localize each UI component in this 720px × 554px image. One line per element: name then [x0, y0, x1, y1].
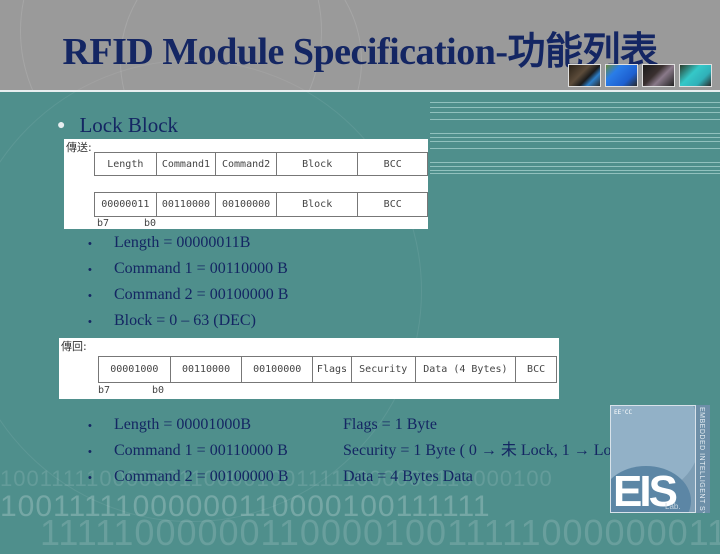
- param-item: Data = 4 Bytes Data: [343, 468, 473, 485]
- receive-value-row: 00001000 00110000 00100000 Flags Securit…: [98, 356, 557, 383]
- list-item: • Length = 00000011B: [88, 230, 288, 256]
- section-heading: ● Lock Block: [57, 113, 178, 138]
- receive-param-list: Flags = 1 Byte Security = 1 Byte ( 0 → 未…: [343, 412, 636, 490]
- field-cell: Block: [277, 193, 359, 216]
- send-value-row: 00000011 00110000 00100000 Block BCC: [94, 192, 428, 217]
- send-frame-diagram: 傳送: Length Command1 Command2 Block BCC 0…: [64, 139, 428, 229]
- list-item: • Command 1 = 00110000 B: [88, 256, 288, 282]
- list-item-text: Length = 00001000B: [114, 416, 252, 433]
- device-photo-thumbnail: [679, 64, 712, 87]
- list-item: • Command 2 = 00100000 B: [88, 282, 288, 308]
- receive-bullet-list: • Length = 00001000B • Command 1 = 0011000…: [88, 412, 288, 490]
- bullet-icon: •: [88, 238, 92, 250]
- list-item: • Command 1 = 00110000 B: [88, 438, 288, 464]
- receive-frame-diagram: 傳回: 00001000 00110000 00100000 Flags Sec…: [59, 338, 559, 399]
- section-heading-text: Lock Block: [79, 113, 179, 137]
- field-cell: Flags: [313, 357, 352, 382]
- bit-msb-label: b7: [98, 385, 111, 396]
- bullet-icon: •: [88, 446, 92, 458]
- bit-lsb-label: b0: [152, 385, 165, 396]
- logo-side-banner: EMBEDDED INTELLIGENT SYSTEM: [696, 405, 710, 513]
- param-item: Security = 1 Byte ( 0 → 未 Lock, 1 → Lock…: [343, 442, 636, 459]
- logo-side-text: EMBEDDED INTELLIGENT SYSTEM: [698, 407, 705, 513]
- field-cell: Length: [95, 153, 157, 175]
- send-header-row: Length Command1 Command2 Block BCC: [94, 152, 428, 176]
- list-item: • Length = 00001000B: [88, 412, 288, 438]
- bit-lsb-label: b0: [144, 218, 157, 229]
- eis-lab-logo: EE'CC EIS Lab.: [610, 405, 696, 513]
- header-thumbnails: [568, 64, 712, 87]
- field-cell: 00100000: [242, 357, 314, 382]
- field-cell: 00000011: [95, 193, 157, 216]
- list-item-text: Command 2 = 00100000 B: [114, 468, 289, 485]
- field-cell: 00100000: [216, 193, 277, 216]
- field-cell: Block: [277, 153, 359, 175]
- field-cell: BCC: [383, 199, 402, 210]
- bullet-icon: •: [88, 420, 92, 432]
- receive-label: 傳回:: [61, 340, 87, 353]
- bullet-icon: •: [88, 290, 92, 302]
- field-cell: Command1: [157, 153, 217, 175]
- list-item: • Command 2 = 00100000 B: [88, 464, 288, 490]
- bit-msb-label: b7: [97, 218, 110, 229]
- field-cell: 00110000: [157, 193, 217, 216]
- send-bullet-list: • Length = 00000011B • Command 1 = 0011000…: [88, 230, 288, 334]
- logo-top-text: EE'CC: [614, 409, 633, 416]
- list-item-text: Command 1 = 00110000 B: [114, 442, 288, 459]
- field-cell: Command2: [216, 153, 277, 175]
- bullet-icon: ●: [57, 116, 66, 132]
- bullet-icon: •: [88, 472, 92, 484]
- param-item: Flags = 1 Byte: [343, 416, 437, 433]
- device-photo-thumbnail: [642, 64, 675, 87]
- device-photo-thumbnail: [605, 64, 638, 87]
- field-cell: 00110000: [171, 357, 243, 382]
- background-binary-text: 1111100000011000010011111000000011: [40, 512, 720, 553]
- list-item: • Block = 0 – 63 (DEC): [88, 308, 288, 334]
- logo-sub-text: Lab.: [665, 502, 681, 511]
- list-item-text: Command 2 = 00100000 B: [114, 286, 289, 303]
- device-photo-thumbnail: [568, 64, 601, 87]
- list-item-text: Command 1 = 00110000 B: [114, 260, 288, 277]
- field-cell: BCC: [527, 364, 546, 375]
- field-cell: 00001000: [99, 357, 171, 382]
- field-cell: BCC: [383, 158, 402, 170]
- background-stripes: [430, 100, 720, 180]
- field-cell: Security: [352, 357, 416, 382]
- list-item-text: Block = 0 – 63 (DEC): [114, 312, 256, 329]
- list-item-text: Length = 00000011B: [114, 234, 251, 251]
- send-label: 傳送:: [66, 141, 92, 154]
- field-cell: Data (4 Bytes): [416, 357, 517, 382]
- bullet-icon: •: [88, 264, 92, 276]
- bullet-icon: •: [88, 316, 92, 328]
